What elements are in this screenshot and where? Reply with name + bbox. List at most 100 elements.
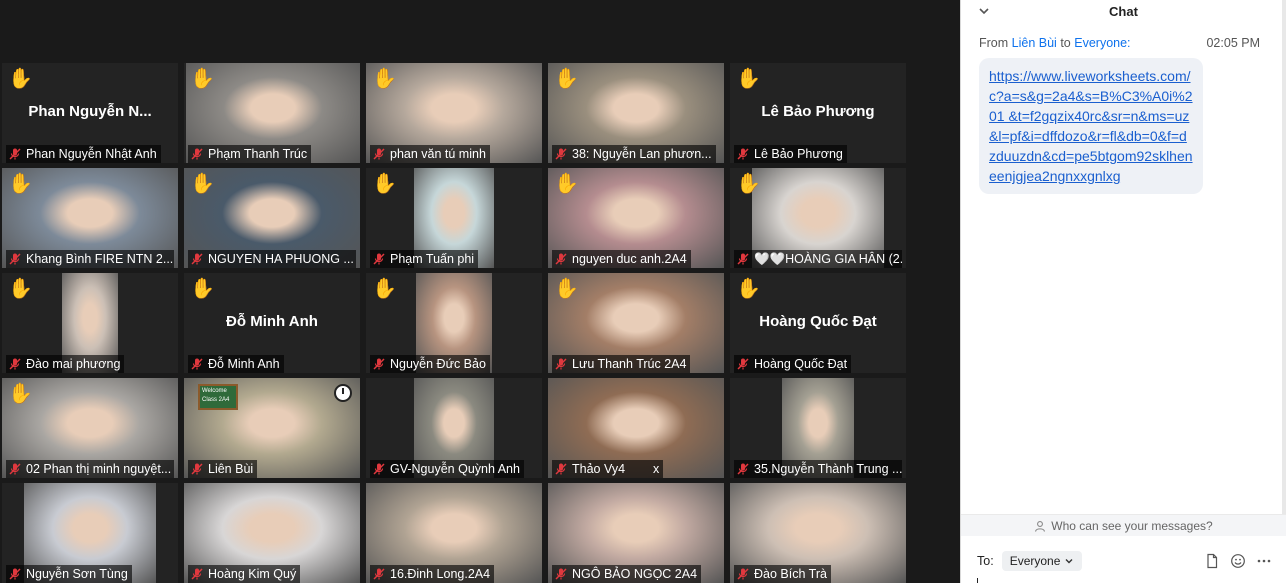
message-link[interactable]: https://www.liveworksheets.com/c?a=s&g=2…: [979, 58, 1203, 194]
participant-tile[interactable]: Đào Bích Trà: [730, 483, 906, 583]
welcome-board-text: Class 2A4: [202, 397, 230, 403]
participant-tile[interactable]: ✋ Phạm Tuấn phi: [366, 168, 542, 268]
chevron-down-icon[interactable]: [977, 4, 991, 18]
participant-tile[interactable]: ✋ 🤍🤍HOÀNG GIA HÂN (2...: [730, 168, 906, 268]
message-time: 02:05 PM: [1206, 36, 1260, 50]
muted-mic-icon: [737, 148, 749, 160]
participant-tile[interactable]: Đỗ Minh Anh ✋ Đỗ Minh Anh: [184, 273, 360, 373]
participant-name: 16.Đinh Long.2A4: [390, 567, 491, 581]
participant-name-bar: NGÔ BẢO NGỌC 2A4: [552, 565, 702, 583]
recipient-link[interactable]: Everyone:: [1074, 36, 1130, 50]
participant-name: NGÔ BẢO NGỌC 2A4: [572, 567, 698, 581]
participant-tile[interactable]: Lê Bảo Phương ✋ Lê Bảo Phương: [730, 63, 906, 163]
participant-name: Hoàng Quốc Đạt: [754, 357, 848, 371]
participant-display-name: Đỗ Minh Anh: [226, 313, 318, 330]
participant-name: Lê Bảo Phương: [754, 147, 843, 161]
participant-tile[interactable]: ✋ nguyen duc anh.2A4: [548, 168, 724, 268]
participant-name-bar: 02 Phan thị minh nguyệt...: [6, 460, 174, 478]
participant-name-bar: Thảo Vy4 x: [552, 460, 664, 478]
participant-tile[interactable]: Hoàng Kim Quý: [184, 483, 360, 583]
raised-hand-icon: ✋: [372, 173, 397, 195]
participant-tile[interactable]: 16.Đinh Long.2A4: [366, 483, 542, 583]
participant-name-bar: Khang Bình FIRE NTN 2...: [6, 250, 174, 268]
participant-tile[interactable]: ✋ 02 Phan thị minh nguyệt...: [2, 378, 178, 478]
participant-tile[interactable]: GV-Nguyễn Quỳnh Anh: [366, 378, 542, 478]
participant-name-bar: Lưu Thanh Trúc 2A4: [552, 355, 691, 373]
participant-tile[interactable]: ✋ 38: Nguyễn Lan phươn...: [548, 63, 724, 163]
emoji-icon[interactable]: [1230, 553, 1246, 569]
recipient-value: Everyone: [1009, 554, 1061, 568]
participant-name-bar: phan văn tú minh: [370, 145, 490, 163]
participant-tile[interactable]: Nguyễn Sơn Tùng: [2, 483, 178, 583]
participant-name: nguyen duc anh.2A4: [572, 252, 687, 266]
participant-name-bar: Đỗ Minh Anh: [188, 355, 284, 373]
participant-tile[interactable]: ✋ Đào mai phương: [2, 273, 178, 373]
raised-hand-icon: ✋: [8, 383, 33, 405]
muted-mic-icon: [373, 463, 385, 475]
muted-mic-icon: [373, 358, 385, 370]
participant-name: 02 Phan thị minh nguyệt...: [26, 462, 172, 476]
participant-tile[interactable]: Phan Nguyễn N... ✋ Phan Nguyễn Nhật Anh: [2, 63, 178, 163]
participant-tile[interactable]: 35.Nguyễn Thành Trung ...: [730, 378, 906, 478]
raised-hand-icon: ✋: [8, 278, 33, 300]
muted-mic-icon: [555, 358, 567, 370]
raised-hand-icon: ✋: [372, 68, 397, 90]
muted-mic-icon: [9, 358, 21, 370]
sender-link[interactable]: Liên Bùi: [1012, 36, 1057, 50]
participant-name: Phạm Tuấn phi: [390, 252, 475, 266]
chat-title: Chat: [1109, 3, 1138, 19]
raised-hand-icon: ✋: [8, 68, 33, 90]
participant-tile[interactable]: ✋ Phạm Thanh Trúc: [184, 63, 360, 163]
participant-name-bar: Liên Bùi: [188, 460, 258, 478]
muted-mic-icon: [373, 148, 385, 160]
participant-display-name: Lê Bảo Phương: [761, 103, 875, 120]
participant-name-bar: 16.Đinh Long.2A4: [370, 565, 495, 583]
chat-panel: Chat From Liên Bùi to Everyone: 02:05 PM…: [960, 0, 1286, 583]
more-icon[interactable]: [1256, 553, 1272, 569]
participant-tile[interactable]: Thảo Vy4 x: [548, 378, 724, 478]
to-label: To:: [977, 554, 994, 568]
participant-name: Phạm Thanh Trúc: [208, 147, 308, 161]
participant-name: NGUYEN HA PHUONG ...: [208, 252, 354, 266]
meta-from: From: [979, 36, 1009, 50]
participant-tile[interactable]: ✋ phan văn tú minh: [366, 63, 542, 163]
person-icon: [1035, 520, 1046, 532]
participant-name-bar: Lê Bảo Phương: [734, 145, 847, 163]
participant-display-name: Hoàng Quốc Đạt: [759, 313, 877, 330]
participant-display-name: Phan Nguyễn N...: [28, 103, 152, 120]
participant-tile[interactable]: Welcome Class 2A4 Liên Bùi: [184, 378, 360, 478]
participant-name-bar: Phan Nguyễn Nhật Anh: [6, 145, 161, 163]
participant-tile[interactable]: ✋ NGUYEN HA PHUONG ...: [184, 168, 360, 268]
raised-hand-icon: ✋: [190, 173, 215, 195]
participant-name-bar: Phạm Thanh Trúc: [188, 145, 312, 163]
muted-mic-icon: [737, 253, 749, 265]
name-extra-mark: x: [653, 462, 660, 476]
raised-hand-icon: ✋: [736, 68, 761, 90]
muted-mic-icon: [9, 253, 21, 265]
participant-name-bar: Nguyễn Sơn Tùng: [6, 565, 132, 583]
chat-header: Chat: [961, 0, 1286, 22]
muted-mic-icon: [737, 568, 749, 580]
participant-tile[interactable]: ✋ Khang Bình FIRE NTN 2...: [2, 168, 178, 268]
welcome-board-text: Welcome: [202, 388, 227, 394]
muted-mic-icon: [191, 568, 203, 580]
raised-hand-icon: ✋: [554, 278, 579, 300]
participant-tile[interactable]: ✋ Lưu Thanh Trúc 2A4: [548, 273, 724, 373]
who-can-see-bar[interactable]: Who can see your messages?: [961, 514, 1286, 536]
participant-tile[interactable]: NGÔ BẢO NGỌC 2A4: [548, 483, 724, 583]
muted-mic-icon: [373, 253, 385, 265]
recipient-select[interactable]: Everyone: [1001, 551, 1083, 571]
chat-scrollbar[interactable]: [1282, 0, 1286, 515]
participant-tile[interactable]: Hoàng Quốc Đạt ✋ Hoàng Quốc Đạt: [730, 273, 906, 373]
raised-hand-icon: ✋: [190, 68, 215, 90]
raised-hand-icon: ✋: [736, 173, 761, 195]
file-icon[interactable]: [1204, 553, 1220, 569]
participant-name: Thảo Vy4: [572, 462, 626, 476]
welcome-board: Welcome Class 2A4: [198, 384, 238, 410]
muted-mic-icon: [555, 253, 567, 265]
message-input[interactable]: [977, 578, 978, 583]
participant-name: Nguyễn Sơn Tùng: [26, 567, 128, 581]
muted-mic-icon: [555, 148, 567, 160]
participant-name: 38: Nguyễn Lan phươn...: [572, 147, 712, 161]
participant-tile[interactable]: ✋ Nguyễn Đức Bảo: [366, 273, 542, 373]
